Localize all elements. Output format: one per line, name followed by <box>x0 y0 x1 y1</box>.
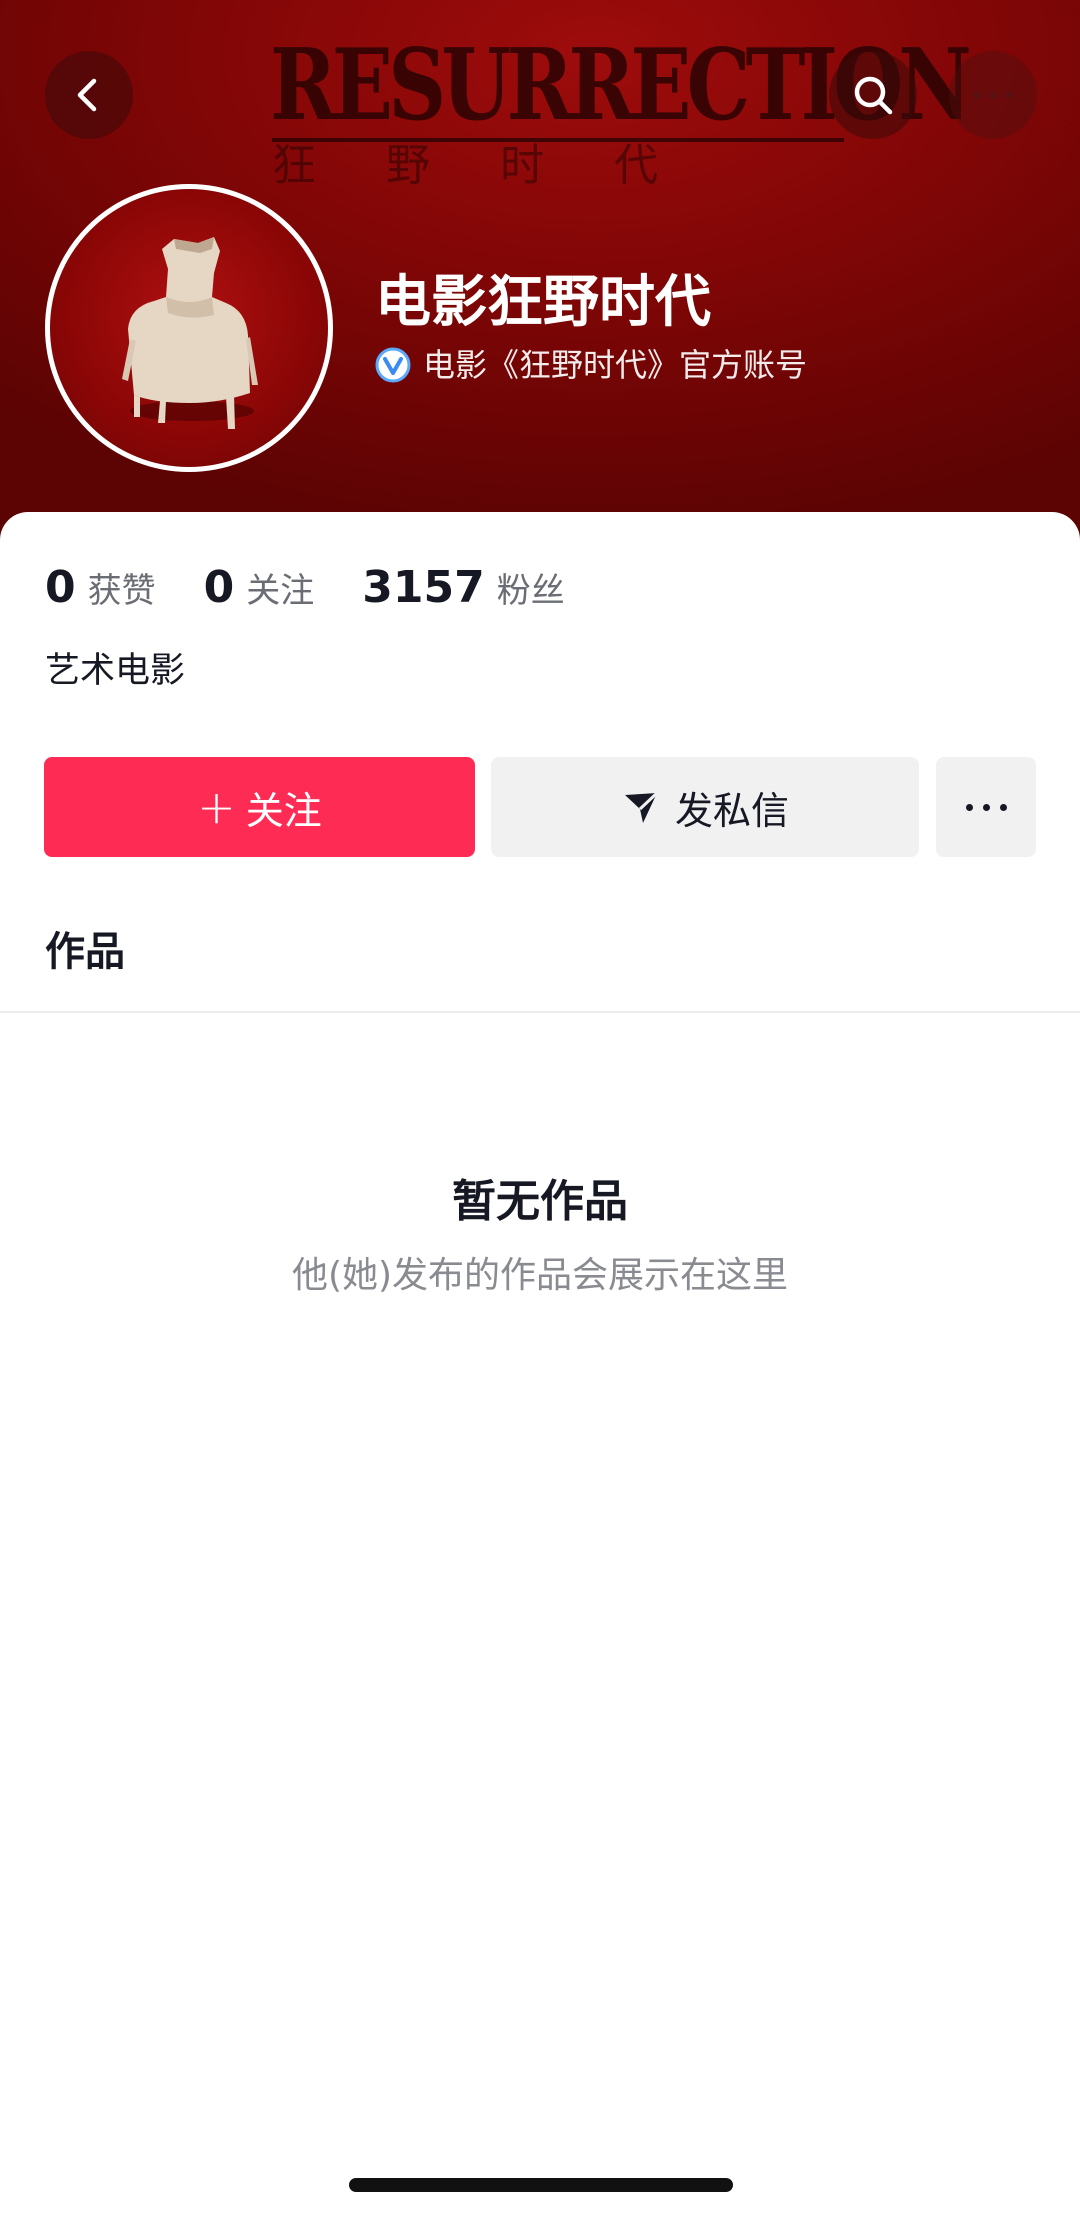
stat-followers-label: 粉丝 <box>496 571 565 611</box>
banner-subtitle: 狂野时代 <box>272 140 728 191</box>
back-button[interactable] <box>45 51 133 139</box>
bio-text: 艺术电影 <box>45 651 186 691</box>
tab-divider <box>0 1011 1080 1013</box>
tab-works[interactable]: 作品 <box>45 924 125 980</box>
header-banner: RESURRECTION 狂野时代 电影狂野时代 电影《狂野时代》官方账号 <box>0 0 1080 540</box>
plus-icon: + <box>197 780 236 834</box>
send-icon <box>624 791 659 823</box>
profile-name: 电影狂野时代 <box>375 270 711 335</box>
empty-state-title: 暂无作品 <box>452 1176 628 1227</box>
more-dot <box>999 803 1007 811</box>
more-dot <box>982 803 990 811</box>
stat-likes[interactable]: 0 获赞 <box>45 562 156 613</box>
avatar[interactable] <box>45 184 333 472</box>
stat-following-label: 关注 <box>246 571 315 611</box>
stat-followers-value: 3157 <box>362 562 485 613</box>
verified-text: 电影《狂野时代》官方账号 <box>423 346 808 384</box>
follow-label: 关注 <box>245 788 322 833</box>
home-indicator[interactable] <box>349 2178 733 2192</box>
empty-state-subtitle: 他(她)发布的作品会展示在这里 <box>291 1255 789 1296</box>
profile-sheet: 0 获赞 0 关注 3157 粉丝 艺术电影 + 关注 发私信 作品 暂无作品 … <box>0 512 1080 2213</box>
message-button[interactable]: 发私信 <box>491 757 919 857</box>
search-icon <box>854 76 893 115</box>
stats-row: 0 获赞 0 关注 3157 粉丝 <box>45 562 613 628</box>
follow-button[interactable]: + 关注 <box>44 757 475 857</box>
more-dot <box>965 803 973 811</box>
more-actions-button[interactable] <box>936 757 1036 857</box>
stat-likes-value: 0 <box>45 562 76 613</box>
more-options-button[interactable] <box>949 51 1037 139</box>
stat-following[interactable]: 0 关注 <box>204 562 315 613</box>
verified-badge-icon <box>375 347 411 383</box>
verified-row: 电影《狂野时代》官方账号 <box>375 343 807 387</box>
profile-page: RESURRECTION 狂野时代 电影狂野时代 电影《狂野时代》官方账号 0 … <box>0 0 1080 2213</box>
stat-followers[interactable]: 3157 粉丝 <box>362 562 564 613</box>
banner-title: RESURRECTION <box>270 28 972 143</box>
more-icon <box>973 91 1013 99</box>
message-label: 发私信 <box>674 788 789 833</box>
stat-following-value: 0 <box>203 562 235 613</box>
chevron-left-icon <box>77 78 97 112</box>
search-button[interactable] <box>829 51 917 139</box>
action-buttons: + 关注 发私信 <box>44 757 1036 857</box>
stat-likes-label: 获赞 <box>87 571 156 611</box>
sculpture-avatar-image <box>122 237 258 429</box>
